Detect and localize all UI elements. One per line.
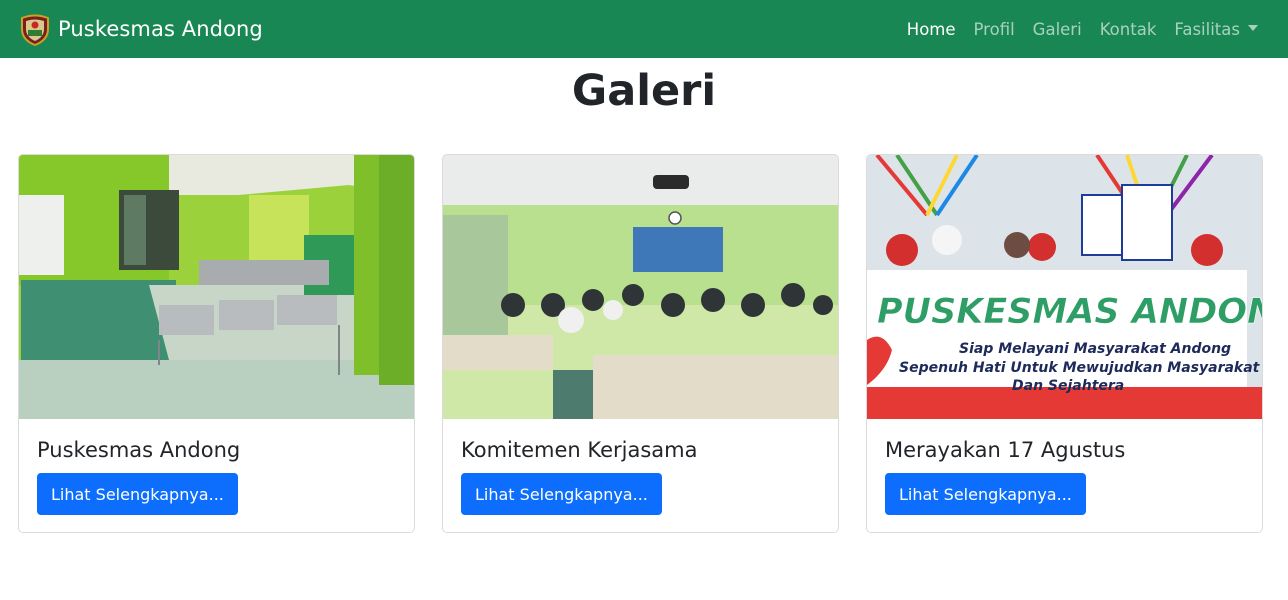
nav-link-kontak[interactable]: Kontak [1100,20,1157,39]
main-nav: Home Profil Galeri Kontak Fasilitas [889,0,1258,58]
gallery-card: PUSKESMAS ANDONG Siap Melayani Masyaraka… [866,154,1263,533]
card-title: Komitemen Kerjasama [461,438,698,462]
view-more-button[interactable]: Lihat Selengkapnya... [37,473,238,515]
card-title: Merayakan 17 Agustus [885,438,1126,462]
gallery-card: Puskesmas Andong Lihat Selengkapnya... [18,154,415,533]
banner-line: Sepenuh Hati Untuk Mewujudkan Masyarakat… [899,360,1262,376]
banner-line: Siap Melayani Masyarakat Andong [959,341,1231,357]
banner-line: Dan Sejahtera [1012,378,1124,394]
view-more-button[interactable]: Lihat Selengkapnya... [885,473,1086,515]
nav-link-home[interactable]: Home [907,20,956,39]
page-title: Galeri [571,66,717,116]
caret-down-icon [1248,25,1258,31]
nav-link-galeri[interactable]: Galeri [1033,20,1082,39]
brand-name: Puskesmas Andong [58,17,263,41]
view-more-button[interactable]: Lihat Selengkapnya... [461,473,662,515]
regency-shield-logo-icon [21,14,49,46]
top-navbar: Puskesmas Andong Home Profil Galeri Kont… [0,0,1288,58]
nav-link-profil[interactable]: Profil [974,20,1015,39]
card-title: Puskesmas Andong [37,438,241,462]
brand-link[interactable]: Puskesmas Andong [18,12,263,46]
nav-dropdown-fasilitas[interactable]: Fasilitas [1174,20,1258,39]
nav-dropdown-label: Fasilitas [1174,19,1240,39]
banner-headline: PUSKESMAS ANDONG [877,292,1262,332]
gallery-photo[interactable] [19,155,414,419]
gallery-photo[interactable] [443,155,838,419]
gallery-photo[interactable]: PUSKESMAS ANDONG Siap Melayani Masyaraka… [867,155,1262,419]
gallery-card: Komitemen Kerjasama Lihat Selengkapnya..… [442,154,839,533]
